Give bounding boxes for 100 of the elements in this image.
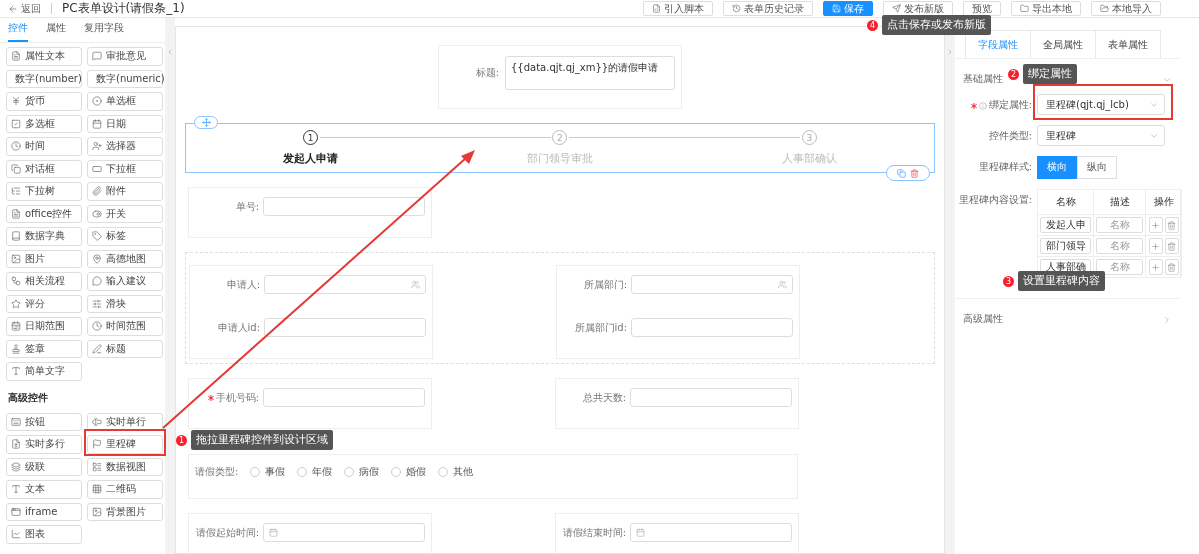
page-title: PC表单设计(请假条_1) [62,0,185,17]
control-item[interactable]: 文本 [6,480,82,499]
input-field[interactable] [630,388,792,407]
control-item[interactable]: 二维码 [87,480,163,499]
control-item[interactable]: 实时多行 [6,435,82,454]
control-item[interactable]: 简单文字 [6,362,82,381]
column-header: 名称 [1038,190,1094,214]
add-button[interactable] [1148,259,1163,275]
control-item[interactable]: 数据视图 [87,457,163,476]
delete-icon [910,168,919,178]
control-item[interactable]: 里程碑 [87,435,163,454]
input-field[interactable] [263,523,425,542]
pen-icon [92,343,102,354]
input-field[interactable] [630,523,792,542]
panel-tab[interactable]: 复用字段 [84,21,124,42]
toolbar-button[interactable]: 引入脚本 [643,1,713,16]
input-field[interactable] [263,197,425,216]
control-item[interactable]: 日期范围 [6,317,82,336]
control-item[interactable]: 签章 [6,339,82,358]
control-item[interactable]: 高德地图 [87,249,163,268]
radio-option[interactable]: 事假 [250,465,286,479]
step-label: 人事部确认 [781,151,837,166]
control-item[interactable]: iframe [6,502,82,521]
radio-option[interactable]: 其他 [438,465,474,479]
select-field[interactable]: 里程碑 [1037,125,1165,146]
toolbar-button[interactable]: 本地导入 [1091,1,1161,16]
control-item[interactable]: 滑块 [87,294,163,313]
control-item[interactable]: 数字(number) [6,69,82,88]
toolbar-button[interactable]: 表单历史记录 [723,1,813,16]
yen-icon [11,96,21,107]
control-item[interactable]: 对话框 [6,159,82,178]
control-item[interactable]: 数据字典 [6,227,82,246]
control-item[interactable]: office控件 [6,204,82,223]
folder-icon [1020,4,1029,13]
control-item[interactable]: 属性文本 [6,47,82,66]
calendar-icon [92,118,102,129]
control-item[interactable]: 相关流程 [6,272,82,291]
add-button[interactable] [1148,217,1163,233]
trash-icon [1167,220,1176,230]
input-field[interactable] [264,318,426,337]
control-item[interactable]: 标题 [87,339,163,358]
paperclip-icon [92,186,102,197]
control-item[interactable]: 附件 [87,182,163,201]
back-arrow-icon [8,3,18,14]
control-item[interactable]: 按钮 [6,412,82,431]
document-icon [11,51,21,62]
add-button[interactable] [1148,238,1163,254]
select-field[interactable]: 里程碑(qjt.qj_lcb) [1037,94,1165,115]
control-item[interactable]: 标签 [87,227,163,246]
input-field[interactable] [263,388,425,407]
delete-button[interactable] [1164,217,1179,233]
text-area[interactable]: {{data.qjt.qj_xm}}的请假申请 [505,56,675,90]
input-field[interactable] [264,275,426,294]
save-icon [832,4,841,13]
property-tab[interactable]: 表单属性 [1095,30,1161,58]
required-icon [970,102,977,109]
field-label: 所属部门: [583,277,627,292]
plus-icon [1151,220,1160,230]
control-item[interactable]: 选择器 [87,137,163,156]
control-item[interactable]: 日期 [87,114,163,133]
input-field[interactable]: 发起人申 [1040,217,1091,233]
control-item[interactable]: 时间 [6,137,82,156]
radio-option[interactable]: 病假 [344,465,380,479]
delete-button[interactable] [1164,259,1179,275]
folder-icon [1100,4,1109,13]
toolbar-button[interactable]: 导出本地 [1011,1,1081,16]
column-header: 操作 [1146,190,1182,214]
control-item[interactable]: 审批意见 [87,47,163,66]
field-label: 请假结束时间: [562,525,626,540]
input-field[interactable]: 部门领导 [1040,238,1091,254]
control-item[interactable]: 多选框 [6,114,82,133]
control-item[interactable]: 数字(numeric) [87,69,163,88]
control-item[interactable]: 下拉树 [6,182,82,201]
radio-option[interactable]: 年假 [297,465,333,479]
delete-button[interactable] [1164,238,1179,254]
control-item[interactable]: 图片 [6,249,82,268]
control-item[interactable]: 图表 [6,525,82,544]
segment-option[interactable]: 纵向 [1077,156,1117,179]
control-item[interactable]: 时间范围 [87,317,163,336]
input-field[interactable] [631,275,793,294]
control-item[interactable]: 开关 [87,204,163,223]
control-item[interactable]: 背景图片 [87,502,163,521]
radio-option[interactable]: 婚假 [391,465,427,479]
control-item[interactable]: 货币 [6,92,82,111]
collapse-icon [166,48,174,56]
back-link[interactable]: 返回 [8,1,41,16]
input-field[interactable] [631,318,793,337]
field-label: 申请人: [226,277,260,292]
control-item[interactable]: 级联 [6,457,82,476]
history-icon [732,4,741,13]
panel-tab[interactable]: 属性 [46,21,66,42]
tooltip: 绑定属性 [1023,64,1077,84]
move-handle[interactable] [194,116,218,129]
control-item[interactable]: 下拉框 [87,159,163,178]
window-icon [11,163,21,174]
control-item[interactable]: 输入建议 [87,272,163,291]
property-label: 里程碑内容设置: [957,193,1032,207]
toolbar-button[interactable]: 预览 [963,1,1001,16]
control-item[interactable]: 单选框 [87,92,163,111]
control-item[interactable]: 评分 [6,294,82,313]
